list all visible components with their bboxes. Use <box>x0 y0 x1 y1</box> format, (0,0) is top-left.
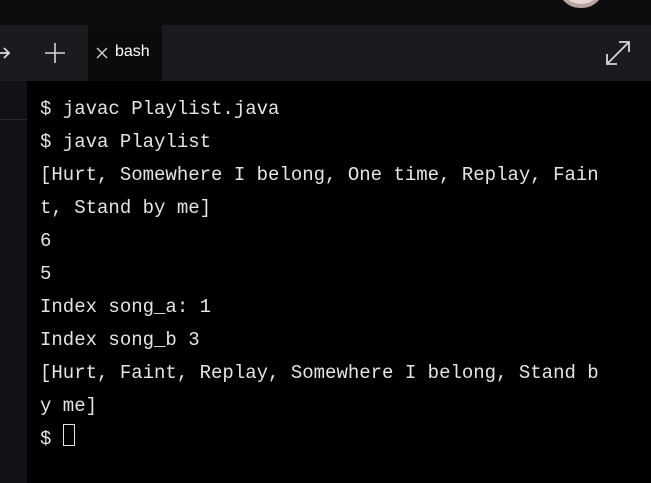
terminal-line: [Hurt, Faint, Replay, Somewhere I belong… <box>40 362 599 384</box>
avatar-face <box>564 0 598 4</box>
side-tab-strip <box>0 25 27 81</box>
prompt: $ <box>40 428 52 450</box>
terminal-line: Index song_b 3 <box>40 329 200 351</box>
terminal-line: [Hurt, Somewhere I belong, One time, Rep… <box>40 164 599 186</box>
terminal-line: 5 <box>40 263 52 285</box>
terminal-line: t, Stand by me] <box>40 197 212 219</box>
top-bar <box>0 0 651 25</box>
new-tab-button[interactable] <box>27 25 83 81</box>
plus-icon <box>45 43 65 63</box>
expand-icon <box>606 41 630 65</box>
terminal-line: $ javac Playlist.java <box>40 98 280 120</box>
tab-bash[interactable]: bash <box>88 25 162 81</box>
avatar[interactable] <box>558 0 604 8</box>
terminal-tab-bar: bash <box>27 25 651 81</box>
close-icon[interactable] <box>96 47 108 59</box>
terminal-line: y me] <box>40 395 98 417</box>
terminal-line: 6 <box>40 230 52 252</box>
terminal-output[interactable]: $ javac Playlist.java $ java Playlist [H… <box>27 81 651 483</box>
expand-button[interactable] <box>604 39 632 67</box>
terminal-line: $ java Playlist <box>40 131 212 153</box>
side-divider <box>0 119 27 120</box>
arrow-icon[interactable] <box>0 42 12 64</box>
side-panel <box>0 25 27 483</box>
tab-label: bash <box>115 43 150 60</box>
terminal-cursor <box>63 424 75 446</box>
terminal-line: Index song_a: 1 <box>40 296 212 318</box>
